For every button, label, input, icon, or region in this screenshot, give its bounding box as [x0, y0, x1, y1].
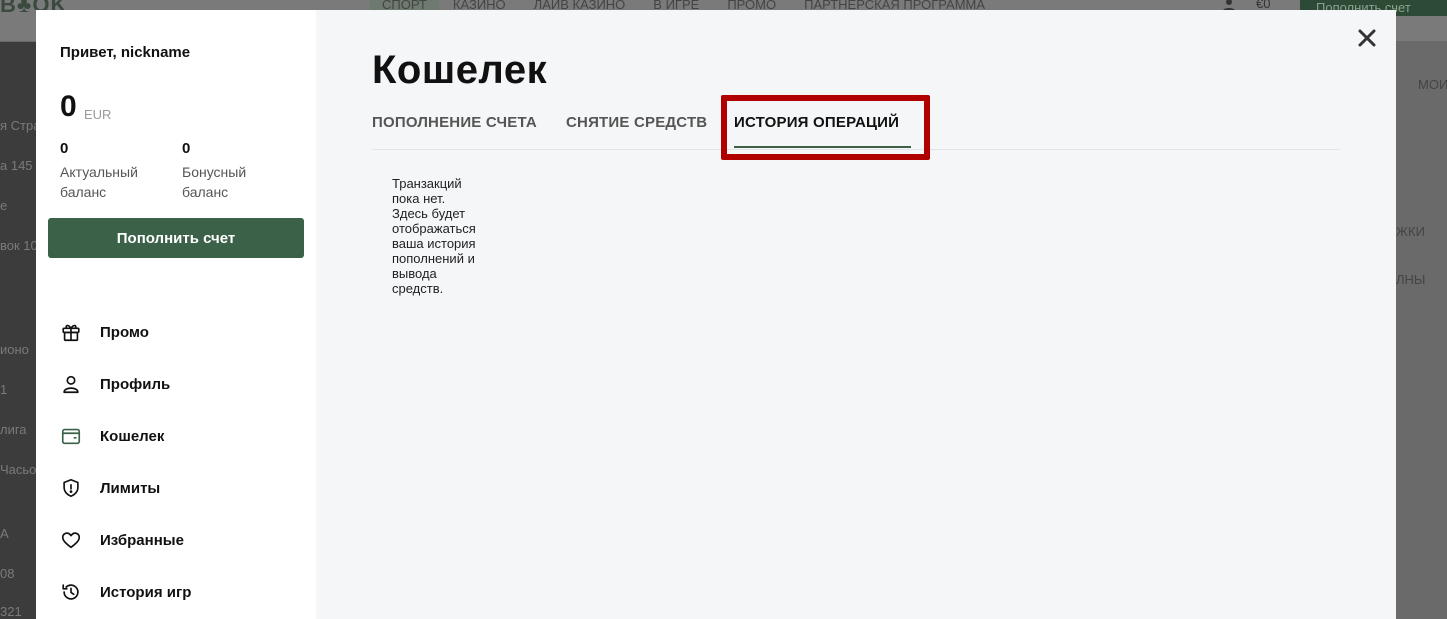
page-title: Кошелек	[372, 48, 548, 92]
tab-deposit[interactable]: ПОПОЛНЕНИЕ СЧЕТА	[372, 114, 537, 131]
actual-balance: 0 Актуальный баланс	[60, 140, 170, 202]
menu-item-label: Избранные	[100, 531, 184, 549]
bonus-balance-value: 0	[182, 140, 191, 157]
background-left-text: я Стра	[0, 118, 41, 133]
bonus-balance: 0 Бонусный баланс	[182, 140, 292, 202]
menu-item-favorites[interactable]: Избранные	[60, 514, 300, 566]
bonus-balance-label: Бонусный баланс	[182, 164, 247, 200]
menu-item-label: История игр	[100, 583, 192, 601]
menu-item-wallet[interactable]: Кошелек	[60, 410, 300, 462]
history-icon	[62, 584, 79, 600]
background-left-text: ионо	[0, 342, 29, 357]
background-right-text: МОИ	[1418, 77, 1447, 92]
account-menu: Промо Профиль Кошелек Лимиты Избранные И…	[60, 306, 300, 618]
menu-item-game-history[interactable]: История игр	[60, 566, 300, 618]
menu-item-label: Промо	[100, 323, 149, 341]
background-right-text: ЛНЫ	[1396, 272, 1426, 287]
background-left-text: 321	[0, 604, 22, 619]
menu-item-promo[interactable]: Промо	[60, 306, 300, 358]
background-left-text: Часьо	[0, 462, 37, 477]
user-icon	[63, 375, 79, 394]
background-left-text: 08	[0, 566, 15, 581]
background-left-text: лига	[0, 422, 27, 437]
gift-icon	[62, 324, 80, 342]
balance-amount: 0	[60, 90, 77, 123]
background-right-text: ЖКИ	[1396, 224, 1425, 239]
tab-withdraw[interactable]: СНЯТИЕ СРЕДСТВ	[566, 114, 707, 131]
background-left-text: А	[0, 526, 9, 541]
background-left-text: а 145	[0, 158, 33, 173]
background-left-text: вок 10	[0, 238, 38, 253]
wallet-modal: Привет, nickname 0 EUR 0 Актуальный бала…	[36, 10, 1396, 619]
close-icon[interactable]	[1356, 27, 1378, 49]
background-left-text: 1	[0, 382, 8, 397]
deposit-button[interactable]: Пополнить счет	[48, 218, 304, 258]
menu-item-label: Профиль	[100, 375, 171, 393]
actual-balance-label: Актуальный баланс	[60, 164, 138, 200]
menu-item-label: Кошелек	[100, 427, 165, 445]
greeting: Привет, nickname	[60, 44, 191, 61]
shield-icon	[63, 478, 79, 498]
empty-transactions-message: Транзакций пока нет. Здесь будет отображ…	[392, 176, 476, 296]
balance-currency: EUR	[84, 107, 112, 122]
menu-item-limits[interactable]: Лимиты	[60, 462, 300, 514]
account-sidebar: Привет, nickname 0 EUR 0 Актуальный бала…	[36, 10, 316, 619]
highlight-box	[721, 95, 930, 160]
background-left-text: е	[0, 198, 8, 213]
wallet-icon	[61, 428, 81, 445]
heart-icon	[61, 532, 81, 549]
menu-item-profile[interactable]: Профиль	[60, 358, 300, 410]
actual-balance-value: 0	[60, 140, 69, 157]
menu-item-label: Лимиты	[100, 479, 161, 497]
background-right-panel	[1396, 42, 1447, 619]
